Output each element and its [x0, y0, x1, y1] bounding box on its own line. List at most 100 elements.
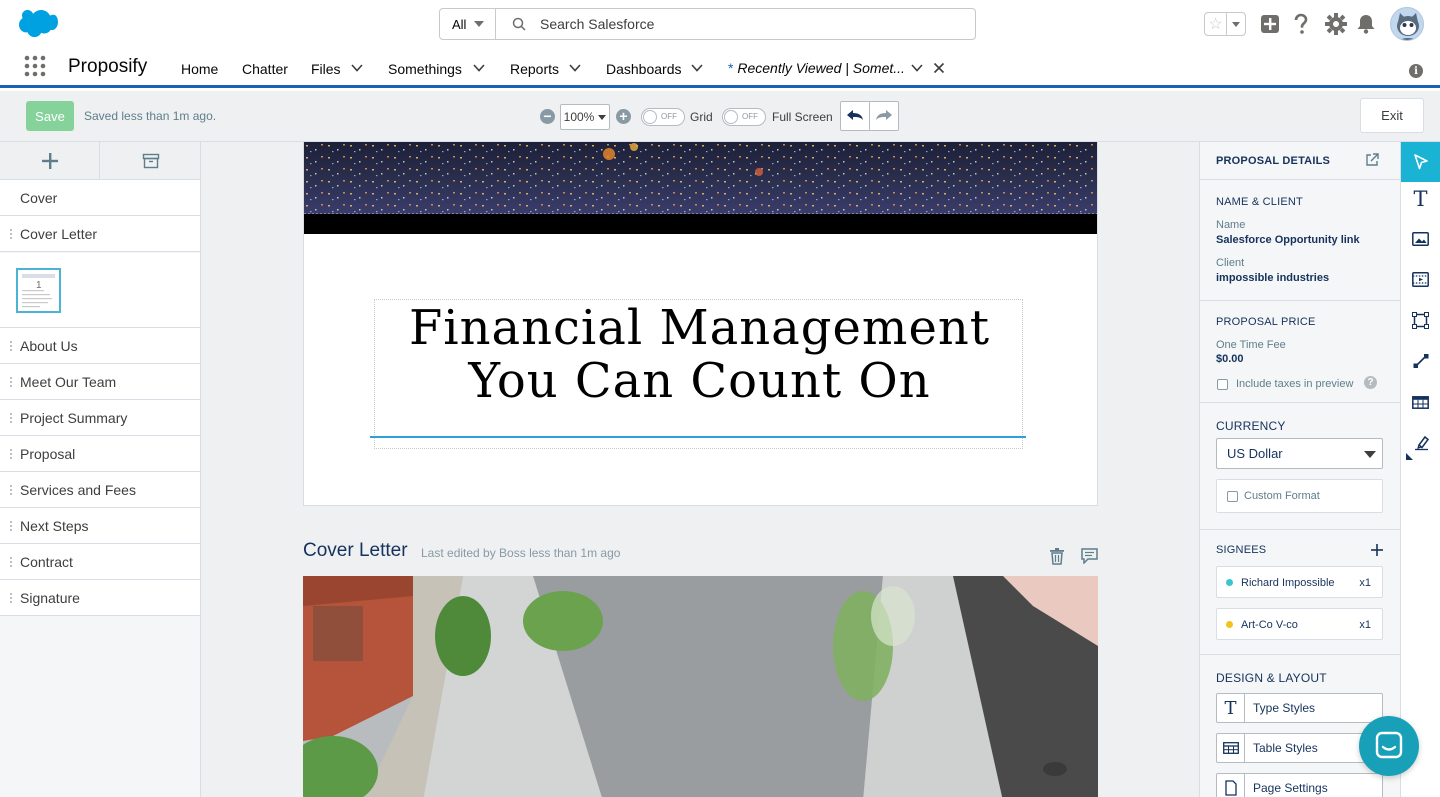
document-canvas: Financial Management You Can Count On Co… — [201, 142, 1199, 797]
expand-corner-icon[interactable] — [1406, 453, 1413, 460]
section-item-cover[interactable]: Cover — [0, 180, 200, 216]
plus-icon — [41, 153, 58, 169]
street-aerial-image[interactable] — [303, 576, 1098, 797]
signee-count: x1 — [1359, 619, 1371, 631]
table-styles-button[interactable]: Table Styles — [1216, 733, 1383, 763]
custom-format-checkbox[interactable] — [1227, 491, 1238, 502]
table-tool[interactable] — [1401, 382, 1440, 422]
section-label: Contract — [20, 553, 73, 570]
drag-handle-icon[interactable] — [9, 376, 13, 388]
redo-button[interactable] — [870, 102, 898, 130]
favorites-menu-button[interactable] — [1227, 13, 1245, 35]
table-grid-icon — [1412, 395, 1429, 409]
nav-tab-recently-viewed[interactable]: * Recently Viewed | Somet... — [728, 60, 905, 76]
section-item-proposal[interactable]: Proposal — [0, 436, 200, 472]
section-label: Cover — [20, 189, 58, 206]
section-item-project-summary[interactable]: Project Summary — [0, 400, 200, 436]
recent-tab-label: Recently Viewed | Somet... — [737, 60, 905, 76]
nav-item-dashboards[interactable]: Dashboards — [606, 60, 682, 78]
signee-item[interactable]: Art-Co V-co x1 — [1216, 608, 1383, 640]
drag-handle-icon[interactable] — [9, 556, 13, 568]
nav-item-files[interactable]: Files — [311, 60, 341, 78]
select-tool[interactable] — [1401, 142, 1440, 182]
section-item-about-us[interactable]: About Us — [0, 328, 200, 364]
dashboards-chevron-down-icon[interactable] — [690, 62, 704, 74]
nav-item-somethings[interactable]: Somethings — [388, 60, 462, 78]
help-question-icon[interactable]: ? — [1364, 376, 1377, 389]
cover-title-box[interactable]: Financial Management You Can Count On — [374, 299, 1023, 449]
search-scope-label: All — [452, 16, 467, 32]
image-tool[interactable] — [1401, 219, 1440, 259]
page-settings-button[interactable]: Page Settings — [1216, 773, 1383, 797]
exit-button[interactable]: Exit — [1360, 98, 1424, 133]
section-item-services-and-fees[interactable]: Services and Fees — [0, 472, 200, 508]
setup-gear-icon[interactable] — [1325, 13, 1347, 35]
line-tool[interactable] — [1401, 341, 1440, 381]
add-section-tab[interactable] — [0, 142, 100, 180]
section-item-meet-our-team[interactable]: Meet Our Team — [0, 364, 200, 400]
section-item-next-steps[interactable]: Next Steps — [0, 508, 200, 544]
reports-chevron-down-icon[interactable] — [568, 62, 582, 74]
fullscreen-toggle[interactable]: OFF — [722, 108, 766, 126]
nav-item-chatter[interactable]: Chatter — [242, 60, 288, 78]
client-value[interactable]: impossible industries — [1216, 272, 1329, 284]
cover-title-line-1: Financial Management — [408, 300, 991, 356]
salesforce-logo[interactable] — [16, 10, 58, 38]
notifications-bell-icon[interactable] — [1355, 13, 1377, 35]
text-tool[interactable]: T — [1401, 179, 1440, 219]
somethings-chevron-down-icon[interactable] — [472, 62, 486, 74]
close-tab-icon[interactable] — [933, 62, 945, 74]
cover-page: Financial Management You Can Count On — [303, 142, 1098, 506]
zoom-in-icon[interactable]: + — [616, 109, 631, 124]
drag-handle-icon[interactable] — [9, 228, 13, 240]
save-status: Saved less than 1m ago. — [84, 109, 217, 123]
global-add-icon[interactable] — [1259, 13, 1281, 35]
add-signee-plus-icon[interactable] — [1371, 544, 1383, 556]
search-scope-dropdown[interactable]: All — [440, 9, 496, 39]
help-icon[interactable] — [1290, 13, 1312, 35]
drag-handle-icon[interactable] — [9, 484, 13, 496]
zoom-out-icon[interactable]: − — [540, 109, 555, 124]
save-button[interactable]: Save — [26, 101, 74, 131]
files-chevron-down-icon[interactable] — [350, 62, 364, 74]
section-item-contract[interactable]: Contract — [0, 544, 200, 580]
signee-item[interactable]: Richard Impossible x1 — [1216, 566, 1383, 598]
section-item-signature[interactable]: Signature — [0, 580, 200, 616]
trash-icon[interactable] — [1049, 548, 1065, 565]
drag-handle-icon[interactable] — [9, 520, 13, 532]
city-night-image[interactable] — [304, 142, 1097, 214]
page-icon — [1217, 774, 1245, 797]
section-label: About Us — [20, 337, 78, 354]
page-thumbnail[interactable]: 1 — [16, 268, 61, 313]
video-tool[interactable] — [1401, 259, 1440, 299]
custom-format-option[interactable]: Custom Format — [1216, 479, 1383, 513]
zoom-select[interactable]: 100% — [560, 104, 610, 130]
nav-item-reports[interactable]: Reports — [510, 60, 559, 78]
grid-toggle[interactable]: OFF — [641, 108, 685, 126]
undo-button[interactable] — [841, 102, 870, 130]
nav-item-home[interactable]: Home — [181, 60, 218, 78]
content-library-tab[interactable] — [101, 142, 200, 180]
comment-icon[interactable] — [1081, 548, 1098, 564]
drag-handle-icon[interactable] — [9, 340, 13, 352]
fee-value[interactable]: $0.00 — [1216, 353, 1244, 365]
name-value[interactable]: Salesforce Opportunity link — [1216, 234, 1360, 246]
external-link-icon[interactable] — [1365, 153, 1379, 167]
type-styles-button[interactable]: T Type Styles — [1216, 693, 1383, 723]
search-input[interactable] — [540, 9, 960, 39]
drag-handle-icon[interactable] — [9, 412, 13, 424]
currency-select[interactable]: US Dollar — [1216, 438, 1383, 469]
chat-support-button[interactable] — [1359, 716, 1419, 776]
app-launcher-icon[interactable] — [24, 55, 46, 77]
name-client-section: NAME & CLIENT Name Salesforce Opportunit… — [1200, 180, 1400, 301]
shape-tool[interactable] — [1401, 300, 1440, 340]
user-avatar[interactable] — [1390, 7, 1424, 41]
drag-handle-icon[interactable] — [9, 592, 13, 604]
section-item-cover-letter[interactable]: Cover Letter — [0, 216, 200, 252]
recent-tab-chevron-down-icon[interactable] — [910, 62, 924, 74]
include-taxes-checkbox[interactable] — [1217, 379, 1228, 390]
line-icon — [1413, 354, 1428, 368]
info-icon[interactable]: i — [1409, 64, 1423, 78]
favorite-star-icon[interactable]: ☆ — [1205, 13, 1227, 35]
drag-handle-icon[interactable] — [9, 448, 13, 460]
